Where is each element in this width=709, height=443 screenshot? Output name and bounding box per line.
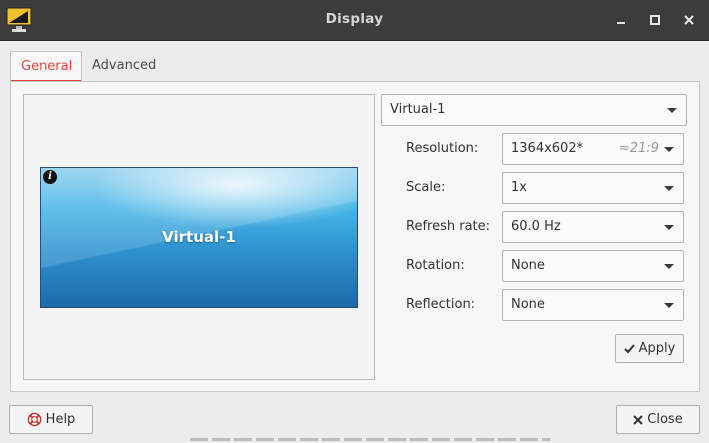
tab-general[interactable]: General	[10, 51, 82, 82]
minimize-icon[interactable]	[613, 12, 629, 28]
reflection-select[interactable]: None	[502, 289, 684, 321]
monitor-label: Virtual-1	[162, 228, 236, 246]
refresh-rate-value: 60.0 Hz	[511, 219, 561, 234]
resolution-value: 1364x602*	[511, 141, 584, 156]
tab-advanced[interactable]: Advanced	[82, 51, 168, 82]
aspect-ratio-hint: ≈21:9	[618, 141, 659, 156]
close-label: Close	[647, 412, 683, 427]
refresh-rate-label: Refresh rate:	[406, 219, 491, 234]
scale-value: 1x	[511, 180, 527, 195]
resolution-label: Resolution:	[406, 141, 479, 156]
tab-bar: General Advanced	[10, 51, 700, 82]
close-x-icon	[633, 414, 643, 425]
lifebuoy-icon	[27, 412, 41, 427]
apply-button[interactable]: Apply	[615, 334, 684, 363]
resolution-select[interactable]: 1364x602* ≈21:9	[502, 133, 684, 165]
monitor-preview[interactable]: i Virtual-1	[40, 167, 358, 308]
refresh-rate-select[interactable]: 60.0 Hz	[502, 211, 684, 243]
info-icon[interactable]: i	[43, 170, 57, 184]
rotation-label: Rotation:	[406, 258, 465, 273]
close-icon[interactable]	[681, 12, 697, 28]
apply-label: Apply	[638, 341, 676, 356]
help-label: Help	[45, 412, 76, 427]
chevron-down-icon	[664, 225, 674, 230]
rotation-value: None	[511, 258, 545, 273]
display-select-value: Virtual-1	[390, 102, 446, 117]
help-button[interactable]: Help	[9, 405, 93, 434]
reflection-value: None	[511, 297, 545, 312]
chevron-down-icon	[664, 303, 674, 308]
display-select[interactable]: Virtual-1	[381, 94, 687, 126]
window-title: Display	[325, 11, 384, 27]
scale-select[interactable]: 1x	[502, 172, 684, 204]
rotation-select[interactable]: None	[502, 250, 684, 282]
bottom-edge-decoration	[190, 438, 550, 441]
reflection-label: Reflection:	[406, 297, 476, 312]
close-button[interactable]: Close	[616, 405, 700, 434]
chevron-down-icon	[667, 108, 677, 113]
chevron-down-icon	[664, 186, 674, 191]
title-bar: Display	[0, 0, 709, 41]
scale-label: Scale:	[406, 180, 446, 195]
chevron-down-icon	[664, 264, 674, 269]
checkmark-icon	[623, 343, 635, 353]
maximize-icon[interactable]	[647, 12, 663, 28]
chevron-down-icon	[664, 147, 674, 152]
